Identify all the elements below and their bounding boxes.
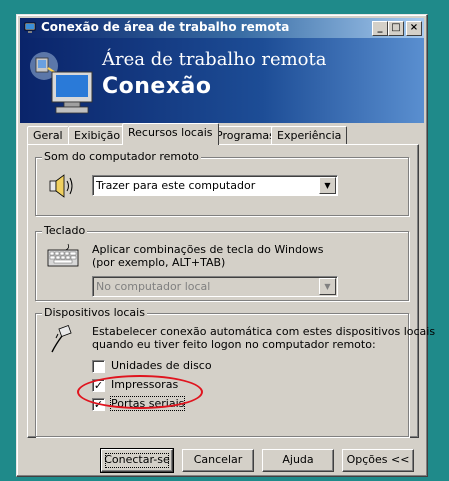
sound-group-legend: Som do computador remoto	[42, 150, 201, 163]
keyboard-icon	[47, 243, 79, 267]
banner-title: Conexão	[102, 74, 212, 99]
devices-group-legend: Dispositivos locais	[42, 306, 147, 319]
minimize-button[interactable]: _	[372, 21, 388, 36]
tab-experiencia[interactable]: Experiência	[271, 126, 348, 144]
options-button[interactable]: Opções <<	[342, 449, 414, 472]
devices-description-line1: Estabelecer conexão automática com estes…	[92, 325, 436, 338]
keyboard-description-line1: Aplicar combinações de tecla do Windows	[92, 243, 324, 256]
rdp-window: Conexão de área de trabalho remota _ □ ×…	[16, 14, 435, 477]
remote-desktop-icon	[24, 22, 36, 33]
checkbox-box[interactable]: ✓	[92, 398, 105, 411]
sound-group: Som do computador remoto Trazer para est…	[35, 150, 409, 216]
checkbox-box[interactable]	[92, 360, 105, 373]
sound-select-value: Trazer para este computador	[96, 179, 256, 192]
title-bar[interactable]: Conexão de área de trabalho remota _ □ ×	[20, 18, 424, 38]
keyboard-group: Teclado Aplicar combinações de tecla do …	[35, 224, 409, 301]
close-button[interactable]: ×	[406, 21, 422, 36]
checkbox-label: Portas seriais	[109, 396, 186, 411]
tab-geral[interactable]: Geral	[27, 126, 69, 144]
tab-recursos-locais[interactable]: Recursos locais	[122, 123, 219, 145]
checkbox-label: Unidades de disco	[111, 359, 212, 372]
speaker-icon	[49, 174, 73, 198]
keyboard-select[interactable]: No computador local ▼	[92, 276, 338, 297]
sound-select[interactable]: Trazer para este computador ▼	[92, 175, 338, 196]
help-button[interactable]: Ajuda	[262, 449, 334, 472]
plug-icon	[51, 325, 72, 353]
devices-group: Dispositivos locais Estabelecer conexão …	[35, 306, 435, 437]
maximize-button[interactable]: □	[388, 21, 404, 36]
window-title: Conexão de área de trabalho remota	[41, 20, 290, 34]
keyboard-description-line2: (por exemplo, ALT+TAB)	[92, 256, 226, 269]
checkbox-label: Impressoras	[111, 378, 179, 391]
cancel-button[interactable]: Cancelar	[182, 449, 254, 472]
header-banner: Área de trabalho remota Conexão	[20, 38, 424, 123]
tab-panel: Som do computador remoto Trazer para est…	[27, 144, 435, 438]
checkbox-box[interactable]: ✓	[92, 379, 105, 392]
keyboard-group-legend: Teclado	[42, 224, 88, 237]
keyboard-select-value: No computador local	[96, 280, 211, 293]
remote-computers-icon	[30, 52, 93, 114]
devices-description-line2: quando eu tiver feito logon no computado…	[92, 338, 376, 351]
connect-button[interactable]: Conectar-se	[100, 448, 174, 473]
banner-subtitle: Área de trabalho remota	[102, 49, 327, 70]
chevron-down-icon[interactable]: ▼	[319, 278, 336, 295]
tab-exibicao[interactable]: Exibição	[68, 126, 127, 144]
chevron-down-icon[interactable]: ▼	[319, 177, 336, 194]
